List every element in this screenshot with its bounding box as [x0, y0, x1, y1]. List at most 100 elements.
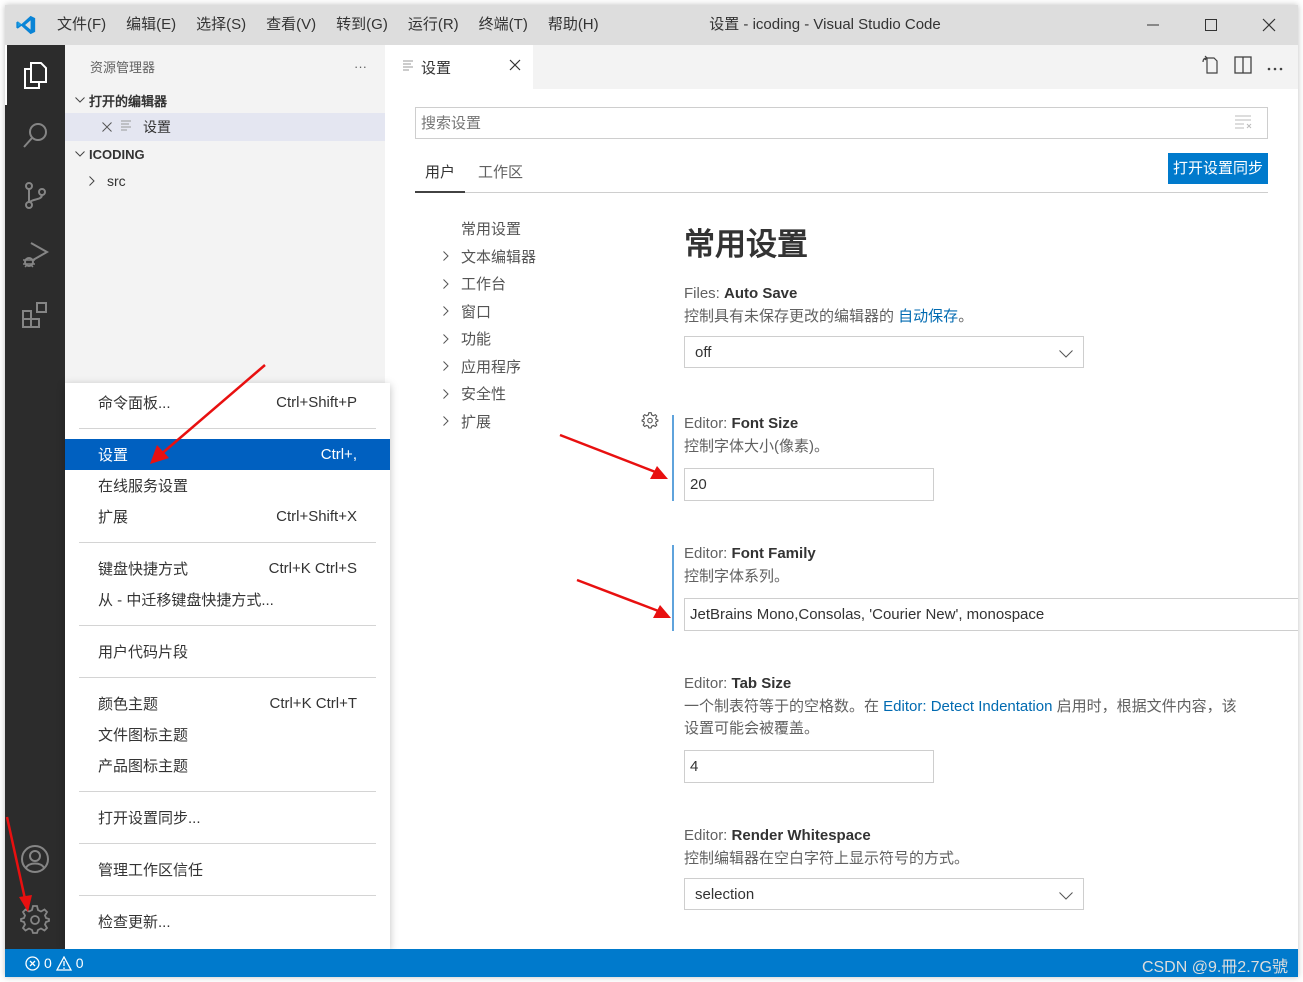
extensions-icon: [22, 302, 47, 328]
more-actions-icon[interactable]: [1266, 58, 1284, 76]
explorer-icon: [24, 62, 47, 89]
close-window-button[interactable]: [1240, 5, 1298, 45]
menu-item-migrate-keybindings[interactable]: 从 - 中迁移键盘快捷方式...: [65, 584, 390, 615]
font-family-input[interactable]: JetBrains Mono,Consolas, 'Courier New', …: [684, 598, 1298, 631]
close-icon: [1262, 18, 1276, 32]
menu-item-command-palette[interactable]: 命令面板... Ctrl+Shift+P: [65, 387, 390, 418]
toc-item[interactable]: 窗口: [435, 298, 645, 326]
menu-item-settings[interactable]: 设置 Ctrl+,: [65, 439, 390, 470]
menu-run[interactable]: 运行(R): [398, 5, 469, 45]
detect-indentation-link[interactable]: Editor: Detect Indentation: [883, 698, 1052, 715]
menu-item-check-updates[interactable]: 检查更新...: [65, 906, 390, 937]
toc-label: 工作台: [461, 276, 507, 294]
editor-actions: [1200, 45, 1284, 89]
render-whitespace-select[interactable]: selection: [684, 878, 1084, 910]
menu-view[interactable]: 查看(V): [256, 5, 326, 45]
tab-user-settings[interactable]: 用户: [415, 161, 466, 193]
vscode-window: 文件(F) 编辑(E) 选择(S) 查看(V) 转到(G) 运行(R) 终端(T…: [5, 5, 1298, 977]
settings-search-input[interactable]: [421, 114, 1221, 132]
activity-search[interactable]: [5, 105, 65, 165]
menu-item-keyboard-shortcuts[interactable]: 键盘快捷方式 Ctrl+K Ctrl+S: [65, 553, 390, 584]
menu-item-label: 管理工作区信任: [98, 862, 204, 879]
toc-item-commonly-used[interactable]: 常用设置: [435, 215, 645, 243]
settings-file-icon: [403, 59, 413, 76]
setting-description: 控制字体大小(像素)。: [684, 438, 829, 455]
menu-item-settings-sync[interactable]: 打开设置同步...: [65, 802, 390, 833]
toc-item[interactable]: 应用程序: [435, 353, 645, 381]
setting-editor-font-size: Editor: Font Size 控制字体大小(像素)。 20: [641, 412, 1298, 501]
font-size-input[interactable]: 20: [684, 468, 934, 501]
setting-label: Files: Auto Save: [684, 285, 1298, 302]
chevron-right-icon: [435, 416, 461, 427]
turn-on-settings-sync-button[interactable]: 打开设置同步: [1167, 153, 1268, 184]
activity-accounts[interactable]: [5, 829, 65, 889]
auto-save-link[interactable]: 自动保存: [898, 308, 958, 325]
setting-label: Editor: Tab Size: [684, 675, 1244, 692]
tree-item-folder[interactable]: src: [65, 167, 385, 195]
menu-item-online-services[interactable]: 在线服务设置: [65, 470, 390, 501]
minimize-button[interactable]: [1124, 5, 1182, 45]
warning-icon: [55, 955, 72, 971]
menu-file[interactable]: 文件(F): [47, 5, 116, 45]
toc-item[interactable]: 文本编辑器: [435, 243, 645, 271]
open-settings-json-icon[interactable]: [1200, 55, 1220, 80]
menu-terminal[interactable]: 终端(T): [469, 5, 538, 45]
menu-edit[interactable]: 编辑(E): [116, 5, 186, 45]
setting-name: Tab Size: [731, 675, 792, 692]
maximize-button[interactable]: [1182, 5, 1240, 45]
setting-label: Editor: Render Whitespace: [684, 827, 1298, 844]
tab-size-input[interactable]: 4: [684, 750, 934, 783]
problems-indicator[interactable]: 0 0: [5, 955, 84, 971]
activity-run-debug[interactable]: [5, 225, 65, 285]
error-icon: [25, 955, 40, 971]
menu-go[interactable]: 转到(G): [326, 5, 398, 45]
menu-item-label: 文件图标主题: [98, 727, 189, 744]
settings-list: 常用设置 Files: Auto Save 控制具有未保存更改的编辑器的 自动保…: [641, 215, 1298, 910]
close-editor-icon[interactable]: [97, 119, 117, 135]
toc-item[interactable]: 功能: [435, 325, 645, 353]
setting-files-auto-save: Files: Auto Save 控制具有未保存更改的编辑器的 自动保存。 of…: [684, 285, 1298, 368]
setting-description: 控制具有未保存更改的编辑器的 自动保存。: [684, 306, 1298, 328]
sidebar-title: 资源管理器: [90, 59, 156, 75]
menu-item-user-snippets[interactable]: 用户代码片段: [65, 636, 390, 667]
activity-explorer[interactable]: [5, 45, 65, 105]
setting-gear-icon[interactable]: [641, 411, 659, 434]
menu-selection[interactable]: 选择(S): [186, 5, 256, 45]
tab-settings[interactable]: 设置: [385, 45, 533, 89]
menu-item-workspace-trust[interactable]: 管理工作区信任: [65, 854, 390, 885]
setting-description: 一个制表符等于的空格数。在 Editor: Detect Indentation…: [684, 696, 1244, 740]
setting-editor-font-family: Editor: Font Family 控制字体系列。 JetBrains Mo…: [672, 545, 1298, 631]
menu-item-label: 从 - 中迁移键盘快捷方式...: [98, 592, 274, 609]
more-actions-button[interactable]: ···: [354, 59, 367, 74]
menu-item-label: 在线服务设置: [98, 478, 189, 495]
activity-extensions[interactable]: [5, 285, 65, 345]
menu-item-extensions[interactable]: 扩展 Ctrl+Shift+X: [65, 501, 390, 532]
menu-item-file-icon-theme[interactable]: 文件图标主题: [65, 719, 390, 750]
clear-filter-icon[interactable]: [1235, 115, 1253, 133]
toc-item[interactable]: 工作台: [435, 270, 645, 298]
menu-separator: [79, 542, 376, 543]
menu-help[interactable]: 帮助(H): [538, 5, 609, 45]
activity-source-control[interactable]: [5, 165, 65, 225]
toc-item[interactable]: 安全性: [435, 380, 645, 408]
toc-item[interactable]: 扩展: [435, 408, 645, 436]
menu-item-product-icon-theme[interactable]: 产品图标主题: [65, 750, 390, 781]
open-editor-item[interactable]: 设置: [65, 113, 385, 141]
activity-bar: [5, 45, 65, 949]
tab-workspace-settings[interactable]: 工作区: [478, 161, 523, 193]
desc-text: 。: [958, 308, 974, 325]
status-bar: 0 0 CSDN @9.冊2.7G號: [5, 949, 1298, 977]
split-editor-icon[interactable]: [1234, 55, 1252, 79]
workspace-section[interactable]: ICODING: [65, 141, 385, 167]
setting-name: Font Family: [731, 545, 816, 562]
menu-item-color-theme[interactable]: 颜色主题 Ctrl+K Ctrl+T: [65, 688, 390, 719]
menu-separator: [79, 428, 376, 429]
setting-editor-render-whitespace: Editor: Render Whitespace 控制编辑器在空白字符上显示符…: [684, 827, 1298, 910]
menu-item-shortcut: Ctrl+K Ctrl+T: [269, 695, 357, 712]
toc-label: 安全性: [461, 386, 507, 404]
close-tab-icon[interactable]: [509, 58, 521, 75]
open-editors-section[interactable]: 打开的编辑器: [65, 87, 385, 113]
setting-category: Editor:: [684, 415, 732, 432]
auto-save-select[interactable]: off: [684, 336, 1084, 368]
activity-manage[interactable]: [5, 889, 65, 949]
